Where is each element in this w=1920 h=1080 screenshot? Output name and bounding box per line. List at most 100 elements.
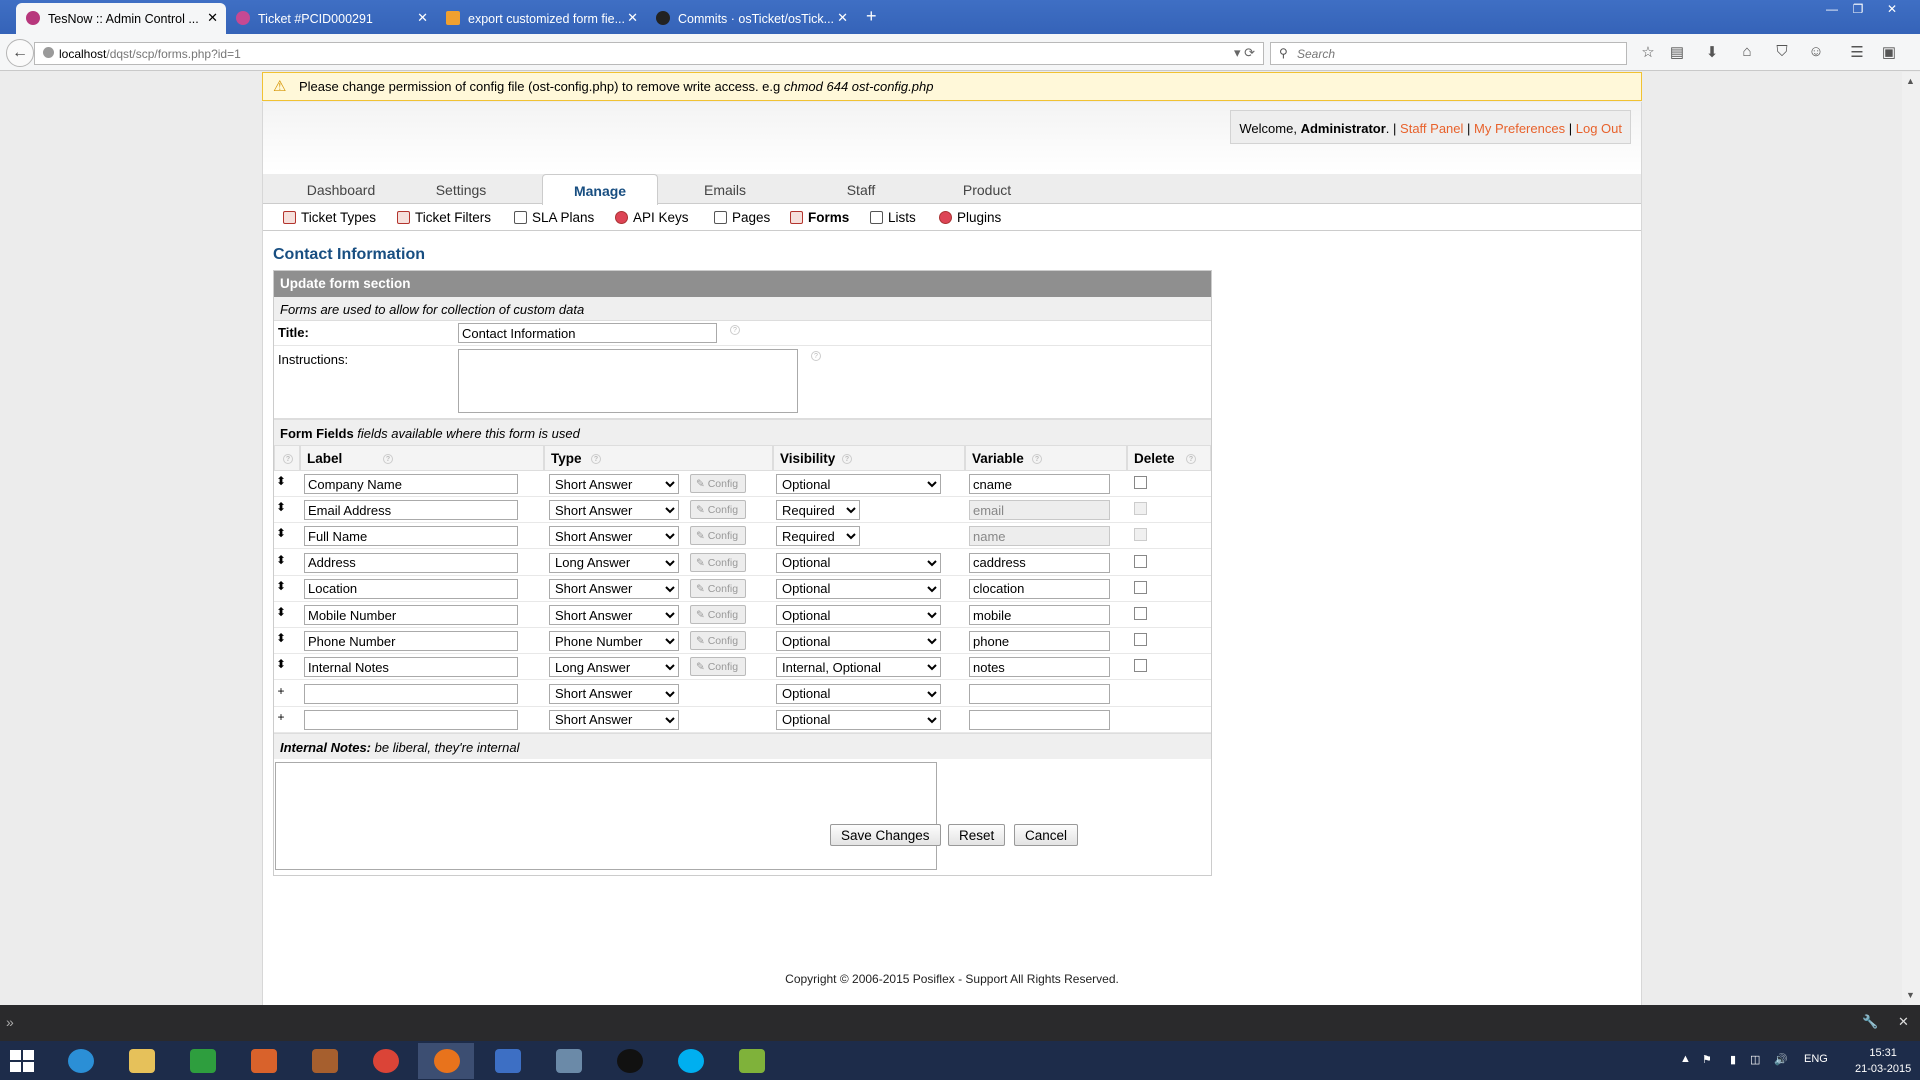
chart-app-icon[interactable] bbox=[723, 1043, 779, 1079]
config-button[interactable]: ✎ Config bbox=[690, 657, 746, 677]
field-visibility-select[interactable]: OptionalRequiredInternal, Optional bbox=[776, 474, 941, 494]
field-visibility-select[interactable]: OptionalRequiredInternal, Optional bbox=[776, 578, 941, 599]
field-type-select[interactable]: Short AnswerLong AnswerPhone Number bbox=[549, 474, 679, 494]
help-icon[interactable]: ? bbox=[842, 454, 852, 464]
field-label-input[interactable] bbox=[304, 474, 518, 494]
subnav-plugins[interactable]: Plugins bbox=[939, 210, 1001, 225]
subnav-ticket-types[interactable]: Ticket Types bbox=[283, 210, 376, 225]
field-type-select[interactable]: Short AnswerLong AnswerPhone Number bbox=[549, 552, 679, 573]
tab-dashboard[interactable]: Dashboard bbox=[283, 174, 399, 204]
field-visibility-select[interactable]: OptionalRequiredInternal, Optional bbox=[776, 605, 941, 625]
field-variable-input[interactable] bbox=[969, 605, 1110, 625]
skype-icon[interactable] bbox=[662, 1043, 718, 1079]
tab-manage[interactable]: Manage bbox=[542, 174, 658, 205]
field-variable-input[interactable] bbox=[969, 631, 1110, 652]
field-variable-input[interactable] bbox=[969, 474, 1110, 494]
firefox-icon[interactable] bbox=[418, 1043, 474, 1079]
drag-handle-icon[interactable]: ⬍ bbox=[276, 474, 286, 488]
help-icon[interactable]: ? bbox=[1186, 454, 1196, 464]
delete-checkbox[interactable] bbox=[1134, 607, 1147, 620]
field-variable-input[interactable] bbox=[969, 657, 1110, 678]
field-visibility-select[interactable]: OptionalRequiredInternal, Optional bbox=[776, 709, 941, 730]
field-visibility-select[interactable]: OptionalRequiredInternal, Optional bbox=[776, 500, 860, 521]
extension-icon[interactable]: ▣ bbox=[1878, 43, 1900, 65]
field-label-input[interactable] bbox=[304, 683, 518, 704]
minimize-icon[interactable]: — bbox=[1818, 2, 1846, 16]
language-indicator[interactable]: ENG bbox=[1804, 1053, 1828, 1065]
subnav-ticket-filters[interactable]: Ticket Filters bbox=[397, 210, 491, 225]
app-icon[interactable] bbox=[235, 1043, 291, 1079]
field-type-select[interactable]: Short AnswerLong AnswerPhone Number bbox=[549, 657, 679, 678]
config-button[interactable]: ✎ Config bbox=[690, 526, 746, 546]
tray-expand-icon[interactable]: ▲ bbox=[1680, 1053, 1691, 1065]
app-icon[interactable] bbox=[296, 1043, 352, 1079]
scrollbar[interactable]: ▲ ▼ bbox=[1902, 72, 1920, 1005]
field-visibility-select[interactable]: OptionalRequiredInternal, Optional bbox=[776, 657, 941, 678]
delete-checkbox[interactable] bbox=[1134, 659, 1147, 673]
field-label-input[interactable] bbox=[304, 631, 518, 652]
internal-notes-textarea[interactable] bbox=[275, 762, 937, 870]
subnav-forms[interactable]: Forms bbox=[790, 210, 849, 225]
help-icon[interactable]: ? bbox=[730, 325, 740, 335]
delete-checkbox[interactable] bbox=[1134, 554, 1147, 568]
windows-start-icon[interactable] bbox=[10, 1050, 34, 1072]
field-visibility-select[interactable]: OptionalRequiredInternal, Optional bbox=[776, 683, 941, 704]
field-label-input[interactable] bbox=[304, 526, 518, 547]
field-type-select[interactable]: Short AnswerLong AnswerPhone Number bbox=[549, 709, 679, 730]
config-button[interactable]: ✎ Config bbox=[690, 631, 746, 651]
tab-emails[interactable]: Emails bbox=[667, 174, 783, 204]
network-app-icon[interactable] bbox=[479, 1043, 535, 1079]
download-icon[interactable]: ⬇ bbox=[1701, 43, 1723, 65]
field-visibility-select[interactable]: OptionalRequiredInternal, Optional bbox=[776, 526, 860, 547]
battery-icon[interactable]: ▮ bbox=[1730, 1053, 1736, 1066]
tab-settings[interactable]: Settings bbox=[403, 174, 519, 204]
drag-handle-icon[interactable]: ⬍ bbox=[276, 579, 286, 593]
field-label-input[interactable] bbox=[304, 657, 518, 678]
delete-checkbox[interactable] bbox=[1134, 580, 1147, 594]
config-button[interactable]: ✎ Config bbox=[690, 474, 746, 493]
home-icon[interactable]: ⌂ bbox=[1736, 43, 1758, 65]
delete-checkbox[interactable] bbox=[1134, 633, 1147, 647]
instructions-textarea[interactable] bbox=[458, 349, 798, 413]
field-type-select[interactable]: Short AnswerLong AnswerPhone Number bbox=[549, 631, 679, 652]
close-icon[interactable]: ✕ bbox=[207, 10, 218, 26]
field-label-input[interactable] bbox=[304, 605, 518, 625]
close-icon[interactable]: ✕ bbox=[1898, 1014, 1909, 1030]
field-label-input[interactable] bbox=[304, 500, 518, 521]
field-visibility-select[interactable]: OptionalRequiredInternal, Optional bbox=[776, 631, 941, 652]
new-tab-button[interactable]: + bbox=[866, 6, 877, 27]
network-icon[interactable]: ◫ bbox=[1750, 1053, 1760, 1066]
chat-icon[interactable]: ☺ bbox=[1805, 43, 1827, 65]
config-button[interactable]: ✎ Config bbox=[690, 500, 746, 520]
subnav-sla-plans[interactable]: SLA Plans bbox=[514, 210, 594, 225]
shield-icon[interactable]: ⛉ bbox=[1771, 43, 1793, 65]
scroll-down-icon[interactable]: ▼ bbox=[1906, 990, 1915, 1000]
drag-handle-icon[interactable]: ⬍ bbox=[276, 500, 286, 514]
close-icon[interactable]: ✕ bbox=[417, 10, 428, 26]
drag-handle-icon[interactable]: ⬍ bbox=[276, 605, 286, 619]
browser-tab[interactable]: Commits · osTicket/osTick... ✕ bbox=[646, 3, 856, 34]
browser-tab[interactable]: TesNow :: Admin Control ... ✕ bbox=[16, 3, 226, 34]
expand-icon[interactable]: » bbox=[6, 1014, 14, 1030]
browser-tab[interactable]: Ticket #PCID000291 ✕ bbox=[226, 3, 436, 34]
help-icon[interactable]: ? bbox=[283, 454, 293, 464]
field-type-select[interactable]: Short AnswerLong AnswerPhone Number bbox=[549, 683, 679, 704]
reset-button[interactable]: Reset bbox=[948, 824, 1006, 846]
browser-tab[interactable]: export customized form fie... ✕ bbox=[436, 3, 646, 34]
scroll-up-icon[interactable]: ▲ bbox=[1906, 76, 1915, 86]
app-icon[interactable] bbox=[601, 1043, 657, 1079]
address-bar[interactable]: localhost/dqst/scp/forms.php?id=1 ▾ ⟳ bbox=[34, 42, 1264, 65]
field-type-select[interactable]: Short AnswerLong AnswerPhone Number bbox=[549, 526, 679, 547]
drag-handle-icon[interactable]: ⬍ bbox=[276, 553, 286, 567]
internet-explorer-icon[interactable] bbox=[52, 1043, 108, 1079]
file-explorer-icon[interactable] bbox=[113, 1043, 169, 1079]
close-icon[interactable]: ✕ bbox=[627, 10, 638, 26]
drag-handle-icon[interactable]: ⬍ bbox=[276, 526, 286, 540]
subnav-pages[interactable]: Pages bbox=[714, 210, 770, 225]
close-icon[interactable]: ✕ bbox=[837, 10, 848, 26]
field-visibility-select[interactable]: OptionalRequiredInternal, Optional bbox=[776, 552, 941, 573]
back-arrow-icon[interactable]: ← bbox=[6, 39, 34, 67]
bookmark-star-icon[interactable]: ☆ bbox=[1637, 43, 1659, 65]
field-label-input[interactable] bbox=[304, 552, 518, 573]
title-input[interactable] bbox=[458, 323, 717, 343]
